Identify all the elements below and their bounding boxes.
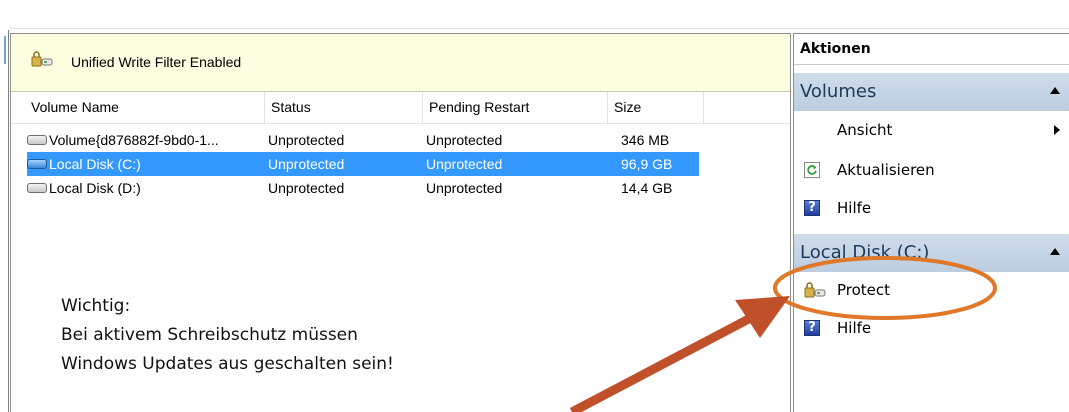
column-header-size[interactable]: Size [608, 91, 704, 123]
action-label: Hilfe [837, 199, 872, 217]
row-size: 96,9 GB [621, 152, 699, 176]
table-row-selected[interactable]: Local Disk (C:) Unprotected Unprotected … [11, 152, 790, 176]
row-status: Unprotected [268, 132, 345, 148]
action-label: Protect [837, 281, 891, 299]
note-line-2: Bei aktivem Schreibschutz müssen [61, 325, 358, 345]
left-edge-accent [4, 36, 6, 64]
row-status: Unprotected [268, 152, 423, 176]
main-panel: Unified Write Filter Enabled Volume Name… [10, 33, 791, 412]
row-size: 14,4 GB [621, 180, 673, 196]
action-label: Ansicht [837, 121, 893, 139]
column-header-status[interactable]: Status [265, 91, 423, 123]
table-row[interactable]: Local Disk (D:) Unprotected Unprotected … [11, 176, 790, 200]
banner-text: Unified Write Filter Enabled [71, 54, 242, 70]
lock-icon [804, 282, 826, 298]
disk-icon [27, 183, 47, 194]
lock-icon [31, 51, 53, 67]
row-volume-name: Volume{d876882f-9bd0-1... [27, 128, 265, 152]
help-icon: ? [804, 320, 820, 336]
disk-icon [27, 135, 47, 146]
group-header-local-disk[interactable]: Local Disk (C:) [794, 234, 1069, 272]
action-label: Aktualisieren [837, 161, 935, 179]
group-title: Local Disk (C:) [800, 242, 930, 263]
refresh-icon [804, 162, 820, 178]
disk-icon [27, 159, 47, 170]
action-protect[interactable]: Protect [794, 271, 1069, 309]
uwf-manager-window: Unified Write Filter Enabled Volume Name… [0, 0, 1069, 412]
collapse-arrow-icon[interactable] [1050, 87, 1060, 94]
row-status: Unprotected [268, 180, 345, 196]
action-hilfe[interactable]: ? Hilfe [794, 189, 1069, 227]
row-size: 346 MB [621, 132, 670, 148]
top-strip [0, 0, 1069, 29]
row-volume-name: Local Disk (D:) [27, 176, 265, 200]
column-header-volume-name[interactable]: Volume Name [25, 91, 265, 123]
submenu-arrow-icon [1054, 125, 1060, 135]
action-hilfe-disk[interactable]: ? Hilfe [794, 309, 1069, 347]
row-pending: Unprotected [426, 180, 503, 196]
group-header-volumes[interactable]: Volumes [794, 73, 1069, 111]
action-aktualisieren[interactable]: Aktualisieren [794, 151, 1069, 189]
status-banner: Unified Write Filter Enabled [11, 34, 790, 92]
row-pending: Unprotected [426, 132, 503, 148]
action-label: Hilfe [837, 319, 872, 337]
left-edge-divider [8, 30, 9, 412]
actions-panel: Aktionen Volumes Ansicht Aktualisieren ?… [793, 33, 1069, 412]
column-header-pending-restart[interactable]: Pending Restart [423, 91, 608, 123]
collapse-arrow-icon[interactable] [1050, 248, 1060, 255]
row-volume-name: Local Disk (C:) [27, 152, 265, 176]
action-ansicht[interactable]: Ansicht [794, 111, 1069, 149]
help-icon: ? [804, 200, 820, 216]
table-header: Volume Name Status Pending Restart Size [11, 91, 790, 124]
group-title: Volumes [800, 81, 877, 102]
note-line-1: Wichtig: [61, 296, 131, 316]
row-pending: Unprotected [426, 152, 606, 176]
table-row[interactable]: Volume{d876882f-9bd0-1... Unprotected Un… [11, 128, 790, 152]
annotation-note: Wichtig: Bei aktivem Schreibschutz müsse… [61, 292, 394, 379]
note-line-3: Windows Updates aus geschalten sein! [61, 354, 394, 374]
volume-table[interactable]: Volume Name Status Pending Restart Size … [11, 91, 790, 200]
actions-header: Aktionen [794, 34, 1069, 65]
